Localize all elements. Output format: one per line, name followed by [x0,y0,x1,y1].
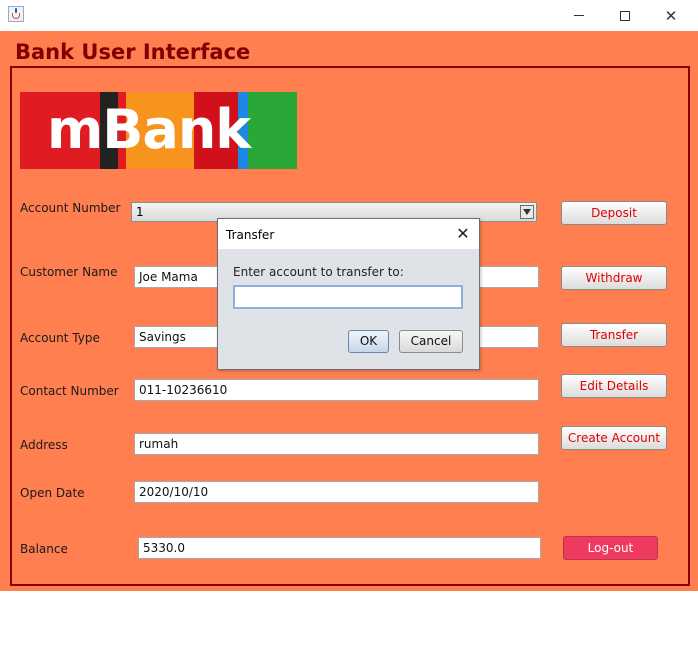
maximize-icon [620,10,630,21]
edit-details-button[interactable]: Edit Details [561,374,667,398]
minimize-button[interactable] [556,0,602,31]
dialog-titlebar: Transfer ✕ [218,219,479,249]
account-number-label: Account Number [20,201,121,215]
balance-field[interactable]: 5330.0 [138,537,541,559]
mbank-logo: mBank [20,92,297,169]
contact-number-label: Contact Number [20,384,119,398]
withdraw-button[interactable]: Withdraw [561,266,667,290]
logout-button[interactable]: Log-out [563,536,658,560]
dialog-title: Transfer [226,228,275,242]
account-type-label: Account Type [20,331,100,345]
transfer-dialog: Transfer ✕ Enter account to transfer to:… [217,218,480,370]
cancel-button[interactable]: Cancel [399,330,463,353]
close-window-button[interactable]: ✕ [648,0,694,31]
close-icon: ✕ [664,6,678,25]
contact-number-field[interactable]: 011-10236610 [134,379,539,401]
address-field[interactable]: rumah [134,433,539,455]
balance-label: Balance [20,542,68,556]
page-title: Bank User Interface [15,40,251,64]
dialog-close-button[interactable]: ✕ [453,223,473,243]
account-number-value: 1 [136,205,144,219]
open-date-label: Open Date [20,486,85,500]
close-icon: ✕ [456,223,470,243]
dropdown-arrow-icon[interactable] [520,205,534,219]
deposit-button[interactable]: Deposit [561,201,667,225]
transfer-account-input[interactable] [233,285,463,309]
minimize-icon [574,15,584,16]
dialog-message: Enter account to transfer to: [233,265,404,279]
address-label: Address [20,438,68,452]
create-account-button[interactable]: Create Account [561,426,667,450]
ok-button[interactable]: OK [348,330,389,353]
open-date-field[interactable]: 2020/10/10 [134,481,539,503]
java-coffee-icon [8,6,24,22]
maximize-button[interactable] [602,0,648,31]
customer-name-label: Customer Name [20,265,118,279]
transfer-button[interactable]: Transfer [561,323,667,347]
logo-text: mBank [47,98,251,161]
window-titlebar: ✕ [0,0,698,31]
